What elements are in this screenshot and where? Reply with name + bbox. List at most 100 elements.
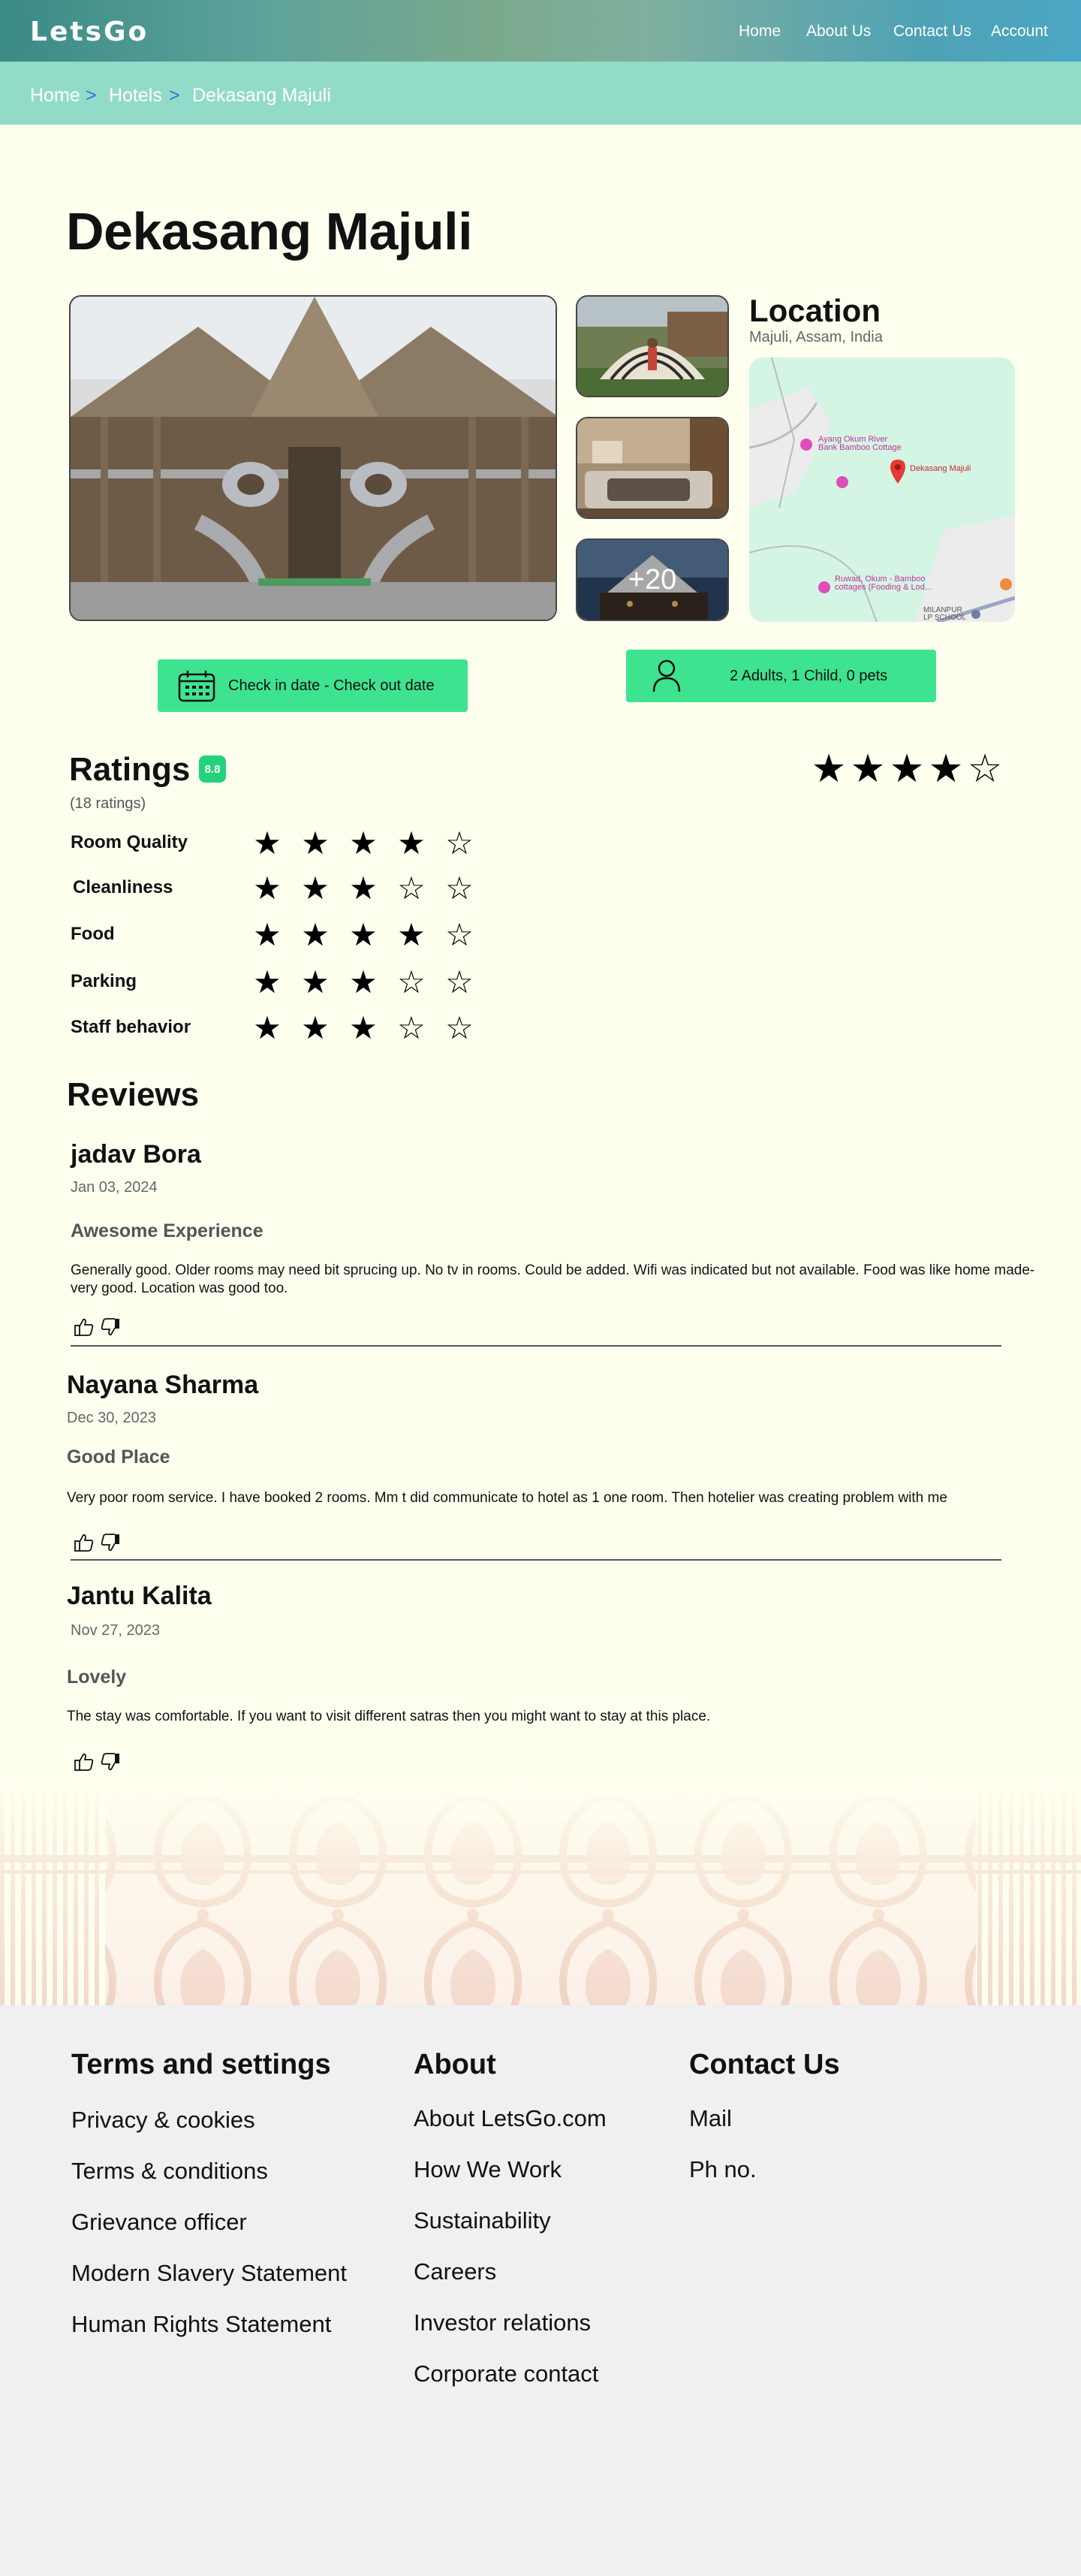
- map-poi-marker: [818, 581, 830, 593]
- location-address: Majuli, Assam, India: [749, 329, 883, 345]
- star-filled-icon: ★: [889, 747, 925, 792]
- location-map[interactable]: Ayang Okum River Bank Bamboo Cottage Dek…: [749, 357, 1015, 622]
- footer-link-contact[interactable]: Mail: [689, 2105, 732, 2132]
- star-filled-icon: ★: [349, 825, 378, 861]
- thumbs-up-button[interactable]: [74, 1752, 95, 1772]
- nav-home-link[interactable]: Home: [739, 23, 781, 41]
- star-filled-icon: ★: [301, 916, 330, 953]
- footer: [0, 2005, 1081, 2576]
- footer-link-terms[interactable]: Modern Slavery Statement: [71, 2260, 347, 2287]
- star-filled-icon: ★: [301, 870, 330, 906]
- review-date: Dec 30, 2023: [67, 1410, 156, 1426]
- ratings-count: (18 ratings): [70, 795, 146, 812]
- star-filled-icon: ★: [928, 747, 964, 792]
- main-photo[interactable]: [69, 295, 557, 621]
- footer-link-about[interactable]: How We Work: [414, 2156, 562, 2183]
- footer-link-about[interactable]: About LetsGo.com: [414, 2105, 607, 2132]
- thumbs-up-icon: [74, 1318, 94, 1336]
- nav-about-link[interactable]: About Us: [806, 23, 871, 41]
- footer-link-contact[interactable]: Ph no.: [689, 2156, 757, 2183]
- thumbs-down-button[interactable]: [100, 1533, 121, 1552]
- star-filled-icon: ★: [397, 825, 426, 861]
- map-label-hotel: Dekasang Majuli: [910, 464, 971, 473]
- star-filled-icon: ★: [811, 747, 847, 792]
- star-empty-icon: ☆: [445, 825, 474, 861]
- nav-account-link[interactable]: Account: [991, 23, 1048, 41]
- breadcrumb-separator: >: [169, 85, 180, 106]
- review-title: Good Place: [67, 1446, 170, 1467]
- footer-link-terms[interactable]: Human Rights Statement: [71, 2311, 331, 2338]
- footer-link-about[interactable]: Corporate contact: [414, 2360, 598, 2387]
- map-poi-marker: [1000, 578, 1012, 590]
- star-filled-icon: ★: [253, 1009, 282, 1046]
- rating-category-label: Cleanliness: [73, 877, 173, 897]
- review-title: Lovely: [67, 1667, 127, 1688]
- reviewer-name: Jantu Kalita: [67, 1582, 212, 1610]
- nav-contact-link[interactable]: Contact Us: [893, 23, 971, 41]
- overall-star-rating: ★ ★ ★ ★ ☆: [809, 747, 1004, 792]
- footer-about-title: About: [414, 2049, 496, 2080]
- footer-contact-title: Contact Us: [689, 2049, 840, 2080]
- footer-link-about[interactable]: Careers: [414, 2258, 496, 2285]
- review-title: Awesome Experience: [71, 1220, 263, 1241]
- logo[interactable]: LetsGo: [30, 17, 149, 47]
- breadcrumb-home[interactable]: Home: [30, 85, 80, 107]
- thumbs-down-button[interactable]: [100, 1317, 121, 1337]
- reviewer-name: Nayana Sharma: [67, 1371, 259, 1399]
- location-title: Location: [749, 293, 881, 328]
- rating-category-stars: ★ ★ ★ ★ ☆: [243, 825, 483, 861]
- rating-category-stars: ★ ★ ★ ★ ☆: [243, 916, 483, 953]
- divider: [71, 1345, 1001, 1347]
- hotel-room-image: [577, 418, 727, 517]
- star-filled-icon: ★: [301, 1009, 330, 1046]
- star-empty-icon: ☆: [445, 916, 474, 953]
- thumbs-up-button[interactable]: [74, 1533, 95, 1552]
- more-photos-count: +20: [577, 540, 727, 620]
- thatched-bamboo-house-image: [71, 297, 556, 620]
- thumbs-down-button[interactable]: [100, 1752, 121, 1772]
- thumbs-down-icon: [101, 1753, 119, 1771]
- rating-category-label: Staff behavior: [71, 1017, 191, 1037]
- rating-category-stars: ★ ★ ★ ☆ ☆: [243, 964, 483, 1000]
- divider: [71, 1559, 1001, 1561]
- footer-link-terms[interactable]: Grievance officer: [71, 2209, 247, 2236]
- star-empty-icon: ☆: [967, 747, 1003, 792]
- footer-link-terms[interactable]: Privacy & cookies: [71, 2107, 255, 2134]
- decorative-pattern: [0, 1780, 1081, 2005]
- thumbs-up-icon: [74, 1534, 94, 1552]
- breadcrumb-separator: >: [86, 85, 97, 106]
- star-filled-icon: ★: [349, 870, 378, 906]
- star-filled-icon: ★: [349, 964, 378, 1000]
- check-dates-button[interactable]: Check in date - Check out date: [158, 659, 468, 712]
- top-navigation-bar: LetsGo Home About Us Contact Us Account: [0, 0, 1081, 62]
- star-filled-icon: ★: [253, 825, 282, 861]
- hotel-title: Dekasang Majuli: [66, 202, 473, 261]
- more-photos-thumbnail[interactable]: +20: [576, 538, 729, 621]
- star-filled-icon: ★: [253, 870, 282, 906]
- thumbs-down-icon: [101, 1318, 119, 1336]
- star-filled-icon: ★: [349, 1009, 378, 1046]
- star-empty-icon: ☆: [397, 1009, 426, 1046]
- map-poi-marker: [800, 439, 812, 451]
- breadcrumb-bar: [0, 62, 1081, 125]
- map-label: Ayang Okum River Bank Bamboo Cottage: [818, 435, 902, 452]
- gallery-thumbnail[interactable]: [576, 417, 729, 519]
- map-poi-marker: [971, 610, 980, 619]
- breadcrumb-current[interactable]: Dekasang Majuli: [192, 85, 331, 107]
- review-body: The stay was comfortable. If you want to…: [67, 1709, 711, 1724]
- thumbs-down-icon: [101, 1534, 119, 1552]
- ratings-title: Ratings: [69, 751, 191, 788]
- footer-link-terms[interactable]: Terms & conditions: [71, 2158, 268, 2185]
- star-empty-icon: ☆: [397, 964, 426, 1000]
- thumbs-up-button[interactable]: [74, 1317, 95, 1337]
- guests-selector-button[interactable]: 2 Adults, 1 Child, 0 pets: [626, 650, 936, 702]
- breadcrumb-hotels[interactable]: Hotels: [109, 85, 162, 107]
- star-filled-icon: ★: [253, 964, 282, 1000]
- footer-link-about[interactable]: Sustainability: [414, 2207, 551, 2234]
- rating-category-label: Parking: [71, 971, 137, 991]
- map-poi-marker: [836, 476, 848, 488]
- rating-category-stars: ★ ★ ★ ☆ ☆: [243, 870, 483, 906]
- footer-link-about[interactable]: Investor relations: [414, 2309, 591, 2336]
- gallery-thumbnail[interactable]: [576, 295, 729, 397]
- review-body: Very poor room service. I have booked 2 …: [67, 1490, 947, 1506]
